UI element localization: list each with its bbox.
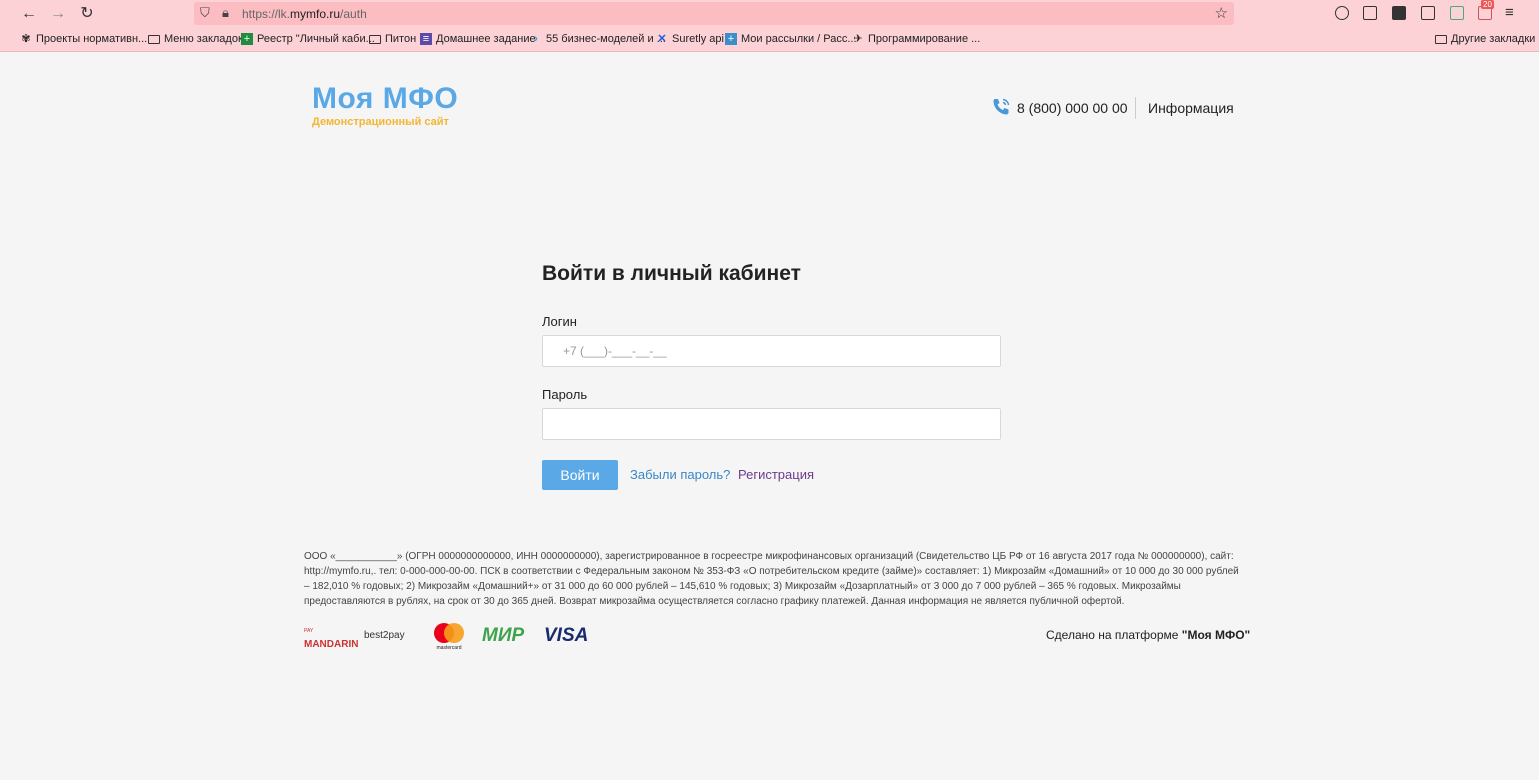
form-title: Войти в личный кабинет (542, 262, 801, 285)
bookmark-label: Проекты нормативн... (36, 33, 148, 45)
address-bar[interactable]: ⛉ 🔒︎ https://lk.mymfo.ru/auth ☆ (194, 2, 1234, 25)
login-label: Логин (542, 314, 577, 329)
list-icon: ≡ (420, 33, 432, 45)
logo-title[interactable]: Моя МФО (312, 82, 458, 116)
bookmark-label: Реестр "Личный каби... (257, 33, 375, 45)
forward-arrow-icon[interactable]: → (49, 5, 67, 23)
bookmark-item[interactable]: ✕ Suretly api (656, 33, 724, 45)
plane-icon: ✈ (853, 33, 863, 45)
mastercard-logo: mastercard (434, 623, 464, 650)
folder-icon (148, 34, 160, 44)
hamburger-menu-icon[interactable]: ≡ (1505, 4, 1514, 21)
legal-disclaimer: ООО «___________» (ОГРН 0000000000000, И… (304, 551, 1239, 607)
other-bookmarks[interactable]: Другие закладки (1435, 33, 1535, 45)
phone-number[interactable]: 8 (800) 000 00 00 (1017, 100, 1128, 116)
forgot-password-link[interactable]: Забыли пароль? (630, 467, 730, 482)
bookmark-label: Другие закладки (1451, 33, 1536, 45)
folder-icon (1435, 34, 1447, 44)
habr-icon: + (725, 33, 737, 45)
container-icon[interactable] (1421, 6, 1435, 20)
arrow-icon: › (534, 33, 538, 45)
mandarin-logo: PAY MANDARIN (304, 628, 358, 652)
made-on-brand: "Моя МФО" (1181, 628, 1251, 642)
visa-logo: VISA (544, 625, 589, 646)
bookmark-item[interactable]: + Мои рассылки / Расс... (725, 33, 857, 45)
screenshot-icon[interactable] (1450, 6, 1464, 20)
bookmark-folder[interactable]: Меню закладок (148, 33, 243, 45)
browser-toolbar: ← → ↻ ⛉ 🔒︎ https://lk.mymfo.ru/auth ☆ 20… (0, 0, 1539, 52)
sheets-icon: + (241, 33, 253, 45)
mastercard-text: mastercard (436, 645, 461, 650)
bookmark-item[interactable]: › 55 бизнес-моделей и ... (530, 33, 666, 45)
mandarin-text: MANDARIN (304, 639, 359, 650)
bookmark-star-icon[interactable]: ☆ (1215, 4, 1228, 22)
pocket-icon[interactable] (1335, 6, 1349, 20)
register-link[interactable]: Регистрация (738, 467, 814, 482)
lock-icon[interactable]: 🔒︎ (222, 5, 229, 21)
library-icon[interactable] (1363, 6, 1377, 20)
login-button[interactable]: Войти (542, 460, 618, 490)
bookmark-item[interactable]: ✈ Программирование ... (852, 33, 980, 45)
mir-logo: МИР (482, 625, 525, 646)
url-text[interactable]: https://lk.mymfo.ru/auth (242, 7, 367, 21)
url-prefix: https://lk. (242, 7, 291, 21)
bookmark-item[interactable]: ≡ Домашнее задание (420, 33, 536, 45)
password-input[interactable] (542, 408, 1001, 440)
cross-icon: ✕ (657, 33, 667, 45)
logo-subtitle: Демонстрационный сайт (312, 116, 449, 128)
mandarin-pay-text: PAY (304, 628, 314, 634)
bookmark-label: Suretly api (672, 33, 724, 45)
bookmark-label: Мои рассылки / Расс... (741, 33, 857, 45)
sidebar-icon[interactable] (1392, 6, 1406, 20)
info-link[interactable]: Информация (1148, 100, 1234, 116)
shield-icon[interactable]: ⛉ (200, 5, 210, 21)
bookmark-folder[interactable]: Питон (369, 33, 416, 45)
bookmark-label: Программирование ... (868, 33, 981, 45)
bookmark-item[interactable]: ✾ Проекты нормативн... (20, 33, 147, 45)
url-domain: mymfo.ru (290, 7, 341, 21)
url-path: /auth (340, 7, 367, 21)
folder-icon (369, 34, 381, 44)
made-on-prefix: Сделано на платформе (1046, 628, 1182, 642)
login-input[interactable] (542, 335, 1001, 367)
bookmark-item[interactable]: + Реестр "Личный каби... (241, 33, 375, 45)
made-on-platform: Сделано на платформе "Моя МФО" (1046, 628, 1250, 642)
bookmark-label: Меню закладок (164, 33, 243, 45)
bookmarks-bar: ✾ Проекты нормативн... Меню закладок + Рее… (0, 30, 1539, 52)
bookmark-label: 55 бизнес-моделей и ... (546, 33, 666, 45)
extension-badge: 20 (1481, 0, 1494, 9)
header-divider (1135, 97, 1136, 119)
bookmark-label: Питон (385, 33, 417, 45)
phone-icon (993, 98, 1010, 115)
bookmark-label: Домашнее задание (436, 33, 536, 45)
back-arrow-icon[interactable]: ← (20, 5, 38, 23)
best2pay-logo: best2pay (364, 630, 405, 641)
reload-icon[interactable]: ↻ (78, 5, 96, 23)
emblem-icon: ✾ (21, 33, 31, 45)
password-label: Пароль (542, 387, 588, 402)
